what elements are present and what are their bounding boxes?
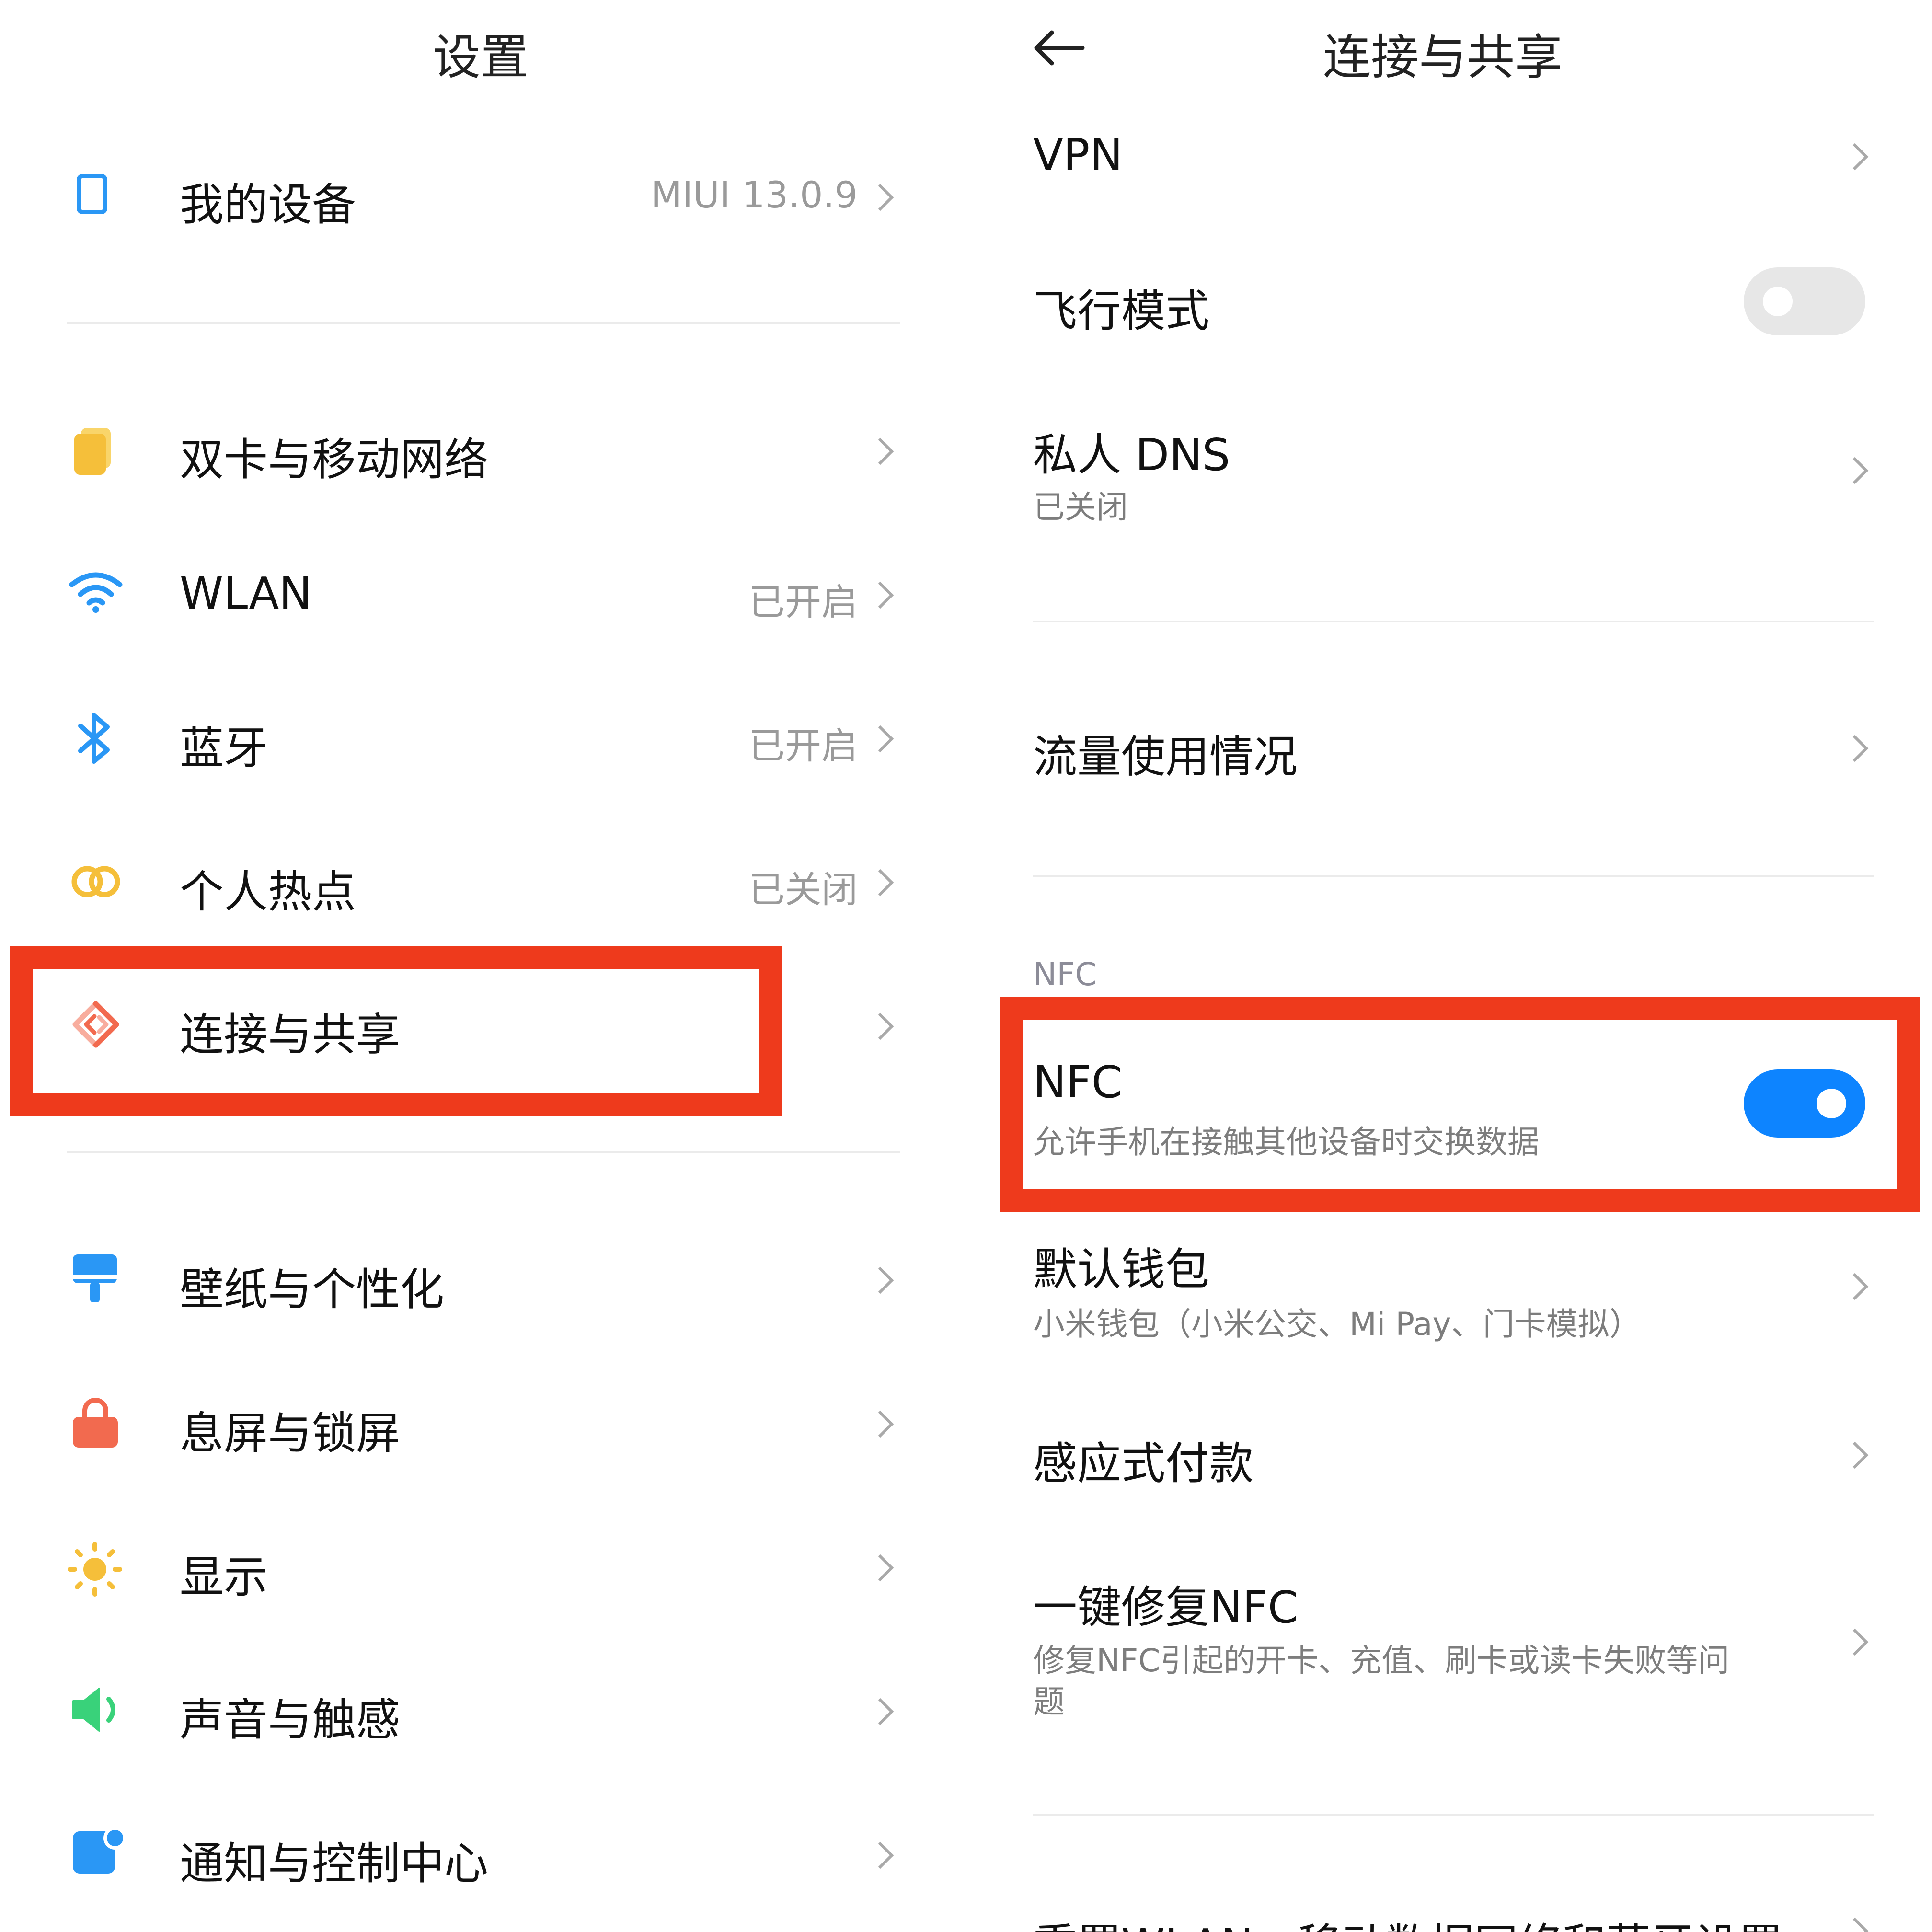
chevron-right-icon (866, 1410, 894, 1438)
highlight-box (10, 946, 782, 1116)
wallpaper-label: 壁纸与个性化 (180, 1264, 445, 1315)
chevron-right-icon (866, 184, 894, 211)
sim-network-label: 双卡与移动网络 (180, 434, 489, 485)
notification-icon (73, 1827, 126, 1874)
nfc-section-header: NFC (1033, 956, 1097, 993)
chevron-right-icon (1841, 1917, 1869, 1932)
chevron-right-icon (1841, 735, 1869, 762)
back-arrow-icon[interactable] (1031, 29, 1088, 67)
hotspot-icon (71, 866, 120, 897)
wlan-status: 已开启 (748, 581, 858, 623)
chevron-right-icon (1841, 1628, 1869, 1656)
lock-icon (73, 1398, 118, 1448)
chevron-right-icon (1841, 143, 1869, 171)
nfc-repair-description-line2: 题 (1033, 1683, 1065, 1720)
nfc-repair-description-line1: 修复NFC引起的开卡、充值、刷卡或读卡失败等问 (1033, 1642, 1730, 1679)
bluetooth-icon (78, 713, 110, 764)
lock-screen-label: 息屏与锁屏 (180, 1408, 401, 1459)
highlight-box (1000, 997, 1920, 1212)
device-icon (77, 174, 107, 214)
chevron-right-icon (866, 437, 894, 465)
divider (67, 322, 900, 324)
settings-panel: 设置 我的设备 MIUI 13.0.9 双卡与移动网络 WLAN 已开启 蓝牙 … (0, 0, 966, 1932)
divider (1033, 1814, 1874, 1816)
wifi-icon (69, 572, 123, 613)
display-label: 显示 (180, 1552, 268, 1603)
page-title: 设置 (433, 29, 529, 85)
divider (67, 1151, 900, 1153)
paint-brush-icon (73, 1254, 117, 1302)
sim-card-icon (74, 428, 113, 475)
bluetooth-status: 已开启 (748, 724, 858, 767)
chevron-right-icon (866, 869, 894, 897)
chevron-right-icon (866, 581, 894, 609)
vpn-label: VPN (1033, 129, 1123, 181)
chevron-right-icon (866, 1266, 894, 1294)
chevron-right-icon (866, 1698, 894, 1725)
chevron-right-icon (1841, 1441, 1869, 1469)
speaker-icon (72, 1688, 115, 1732)
my-device-label: 我的设备 (180, 179, 356, 230)
page-title: 连接与共享 (1323, 29, 1563, 85)
nfc-repair-label: 一键修复NFC (1033, 1582, 1299, 1633)
data-usage-label: 流量使用情况 (1033, 731, 1298, 782)
notification-label: 通知与控制中心 (180, 1838, 489, 1889)
connection-sharing-panel: 连接与共享 VPN 飞行模式 私人 DNS 已关闭 流量使用情况 NFC NFC… (966, 0, 1932, 1932)
sound-label: 声音与触感 (180, 1694, 401, 1746)
sun-icon (68, 1542, 122, 1597)
chevron-right-icon (866, 725, 894, 753)
private-dns-label: 私人 DNS (1033, 429, 1230, 481)
bluetooth-label: 蓝牙 (180, 723, 268, 774)
chevron-right-icon (1841, 457, 1869, 484)
default-wallet-value: 小米钱包（小米公交、Mi Pay、门卡模拟） (1033, 1306, 1641, 1343)
chevron-right-icon (866, 1841, 894, 1869)
miui-version: MIUI 13.0.9 (651, 173, 858, 216)
tap-to-pay-label: 感应式付款 (1033, 1438, 1254, 1489)
chevron-right-icon (1841, 1273, 1869, 1300)
airplane-mode-toggle[interactable] (1744, 267, 1865, 335)
divider (1033, 621, 1874, 622)
wlan-label: WLAN (180, 568, 312, 619)
airplane-mode-label: 飞行模式 (1033, 286, 1210, 337)
divider (1033, 875, 1874, 877)
chevron-right-icon (866, 1012, 894, 1040)
reset-network-label: 重置WLAN、移动数据网络和蓝牙设置 (1033, 1909, 1782, 1932)
chevron-right-icon (866, 1554, 894, 1582)
default-wallet-label: 默认钱包 (1033, 1244, 1210, 1295)
private-dns-status: 已关闭 (1033, 489, 1128, 526)
hotspot-label: 个人热点 (180, 866, 356, 918)
toggle-knob (1763, 287, 1793, 316)
hotspot-status: 已关闭 (748, 868, 858, 911)
